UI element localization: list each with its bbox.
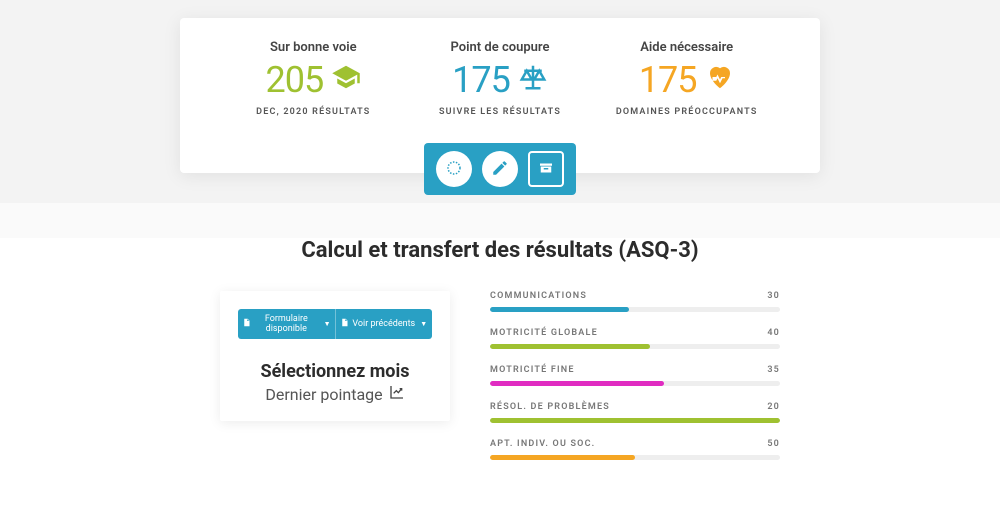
stats-card: Sur bonne voie 205 DEC, 2020 RÉSULTATS P…: [180, 18, 820, 173]
stat-sub: SUIVRE LES RÉSULTATS: [407, 107, 594, 117]
edit-button[interactable]: [482, 151, 518, 187]
stat-value: 175: [452, 59, 548, 101]
last-score-link[interactable]: Dernier pointage: [265, 384, 404, 404]
bar-gross-motor: MOTRICITÉ GLOBALE 40: [490, 328, 780, 349]
stat-on-track: Sur bonne voie 205 DEC, 2020 RÉSULTATS: [220, 40, 407, 117]
last-score-label: Dernier pointage: [265, 385, 382, 404]
bar-fill: [490, 455, 635, 460]
pencil-icon: [491, 159, 509, 180]
stat-number: 175: [452, 59, 510, 101]
archive-button[interactable]: [528, 151, 564, 187]
bar-label: MOTRICITÉ FINE: [490, 365, 575, 375]
stat-number: 175: [639, 59, 697, 101]
file-icon: [340, 318, 349, 330]
form-available-dropdown[interactable]: Formulaire disponible ▼: [238, 309, 336, 339]
bar-problem-solving: RÉSOL. DE PROBLÈMES 20: [490, 402, 780, 423]
stat-value: 175: [639, 59, 735, 101]
bar-track: [490, 418, 780, 423]
stat-cutoff: Point de coupure 175 SUIVRE LES RÉSULTAT…: [407, 40, 594, 117]
domain-bars: COMMUNICATIONS 30 MOTRICITÉ GLOBALE 40: [490, 291, 780, 476]
stat-number: 205: [265, 59, 323, 101]
bar-label: APT. INDIV. OU SOC.: [490, 439, 595, 449]
bar-track: [490, 344, 780, 349]
dropdown-label: Voir précédents: [352, 319, 415, 329]
bar-value: 30: [767, 291, 780, 301]
chart-line-icon: [389, 384, 405, 404]
bar-fine-motor: MOTRICITÉ FINE 35: [490, 365, 780, 386]
results-section: Calcul et transfert des résultats (ASQ-3…: [0, 238, 1000, 516]
archive-icon: [537, 159, 555, 180]
bar-fill: [490, 418, 780, 423]
badge-icon: [445, 159, 463, 180]
summary-section: Sur bonne voie 205 DEC, 2020 RÉSULTATS P…: [0, 0, 1000, 203]
badge-button[interactable]: [436, 151, 472, 187]
bar-track: [490, 381, 780, 386]
bar-track: [490, 455, 780, 460]
bar-label: RÉSOL. DE PROBLÈMES: [490, 402, 610, 412]
bar-fill: [490, 344, 650, 349]
view-previous-dropdown[interactable]: Voir précédents ▼: [336, 309, 433, 339]
file-icon: [242, 318, 251, 330]
content-row: Formulaire disponible ▼ Voir précédents …: [0, 291, 1000, 476]
dropdown-label: Formulaire disponible: [254, 314, 319, 334]
bar-personal-social: APT. INDIV. OU SOC. 50: [490, 439, 780, 460]
bar-label: MOTRICITÉ GLOBALE: [490, 328, 598, 338]
stat-title: Sur bonne voie: [220, 40, 407, 55]
stat-sub: DEC, 2020 RÉSULTATS: [220, 107, 407, 117]
stat-sub: DOMAINES PRÉOCCUPANTS: [593, 107, 780, 117]
form-card: Formulaire disponible ▼ Voir précédents …: [220, 291, 450, 421]
graduation-cap-icon: [331, 59, 361, 101]
bar-communications: COMMUNICATIONS 30: [490, 291, 780, 312]
stat-title: Point de coupure: [407, 40, 594, 55]
bar-label: COMMUNICATIONS: [490, 291, 587, 301]
bar-track: [490, 307, 780, 312]
bar-value: 20: [767, 402, 780, 412]
select-month-label[interactable]: Sélectionnez mois: [238, 361, 432, 382]
bar-fill: [490, 381, 664, 386]
bar-fill: [490, 307, 629, 312]
bar-value: 50: [767, 439, 780, 449]
stat-title: Aide nécessaire: [593, 40, 780, 55]
chevron-down-icon: ▼: [324, 320, 331, 328]
heartbeat-icon: [705, 59, 735, 101]
bar-value: 35: [767, 365, 780, 375]
section-title: Calcul et transfert des résultats (ASQ-3…: [0, 238, 1000, 263]
stat-help-needed: Aide nécessaire 175 DOMAINES PRÉOCCUPANT…: [593, 40, 780, 117]
stat-value: 205: [265, 59, 361, 101]
chevron-down-icon: ▼: [420, 320, 427, 328]
action-toolbar: [424, 143, 576, 195]
balance-scale-icon: [518, 59, 548, 101]
bar-value: 40: [767, 328, 780, 338]
form-button-group: Formulaire disponible ▼ Voir précédents …: [238, 309, 432, 339]
